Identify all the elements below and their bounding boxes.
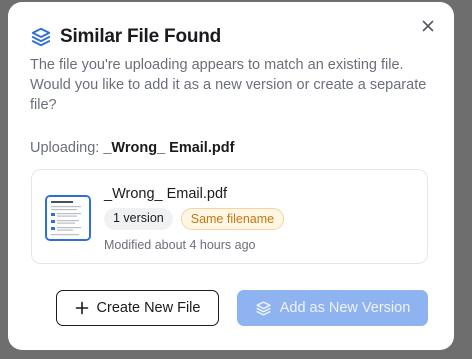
add-as-new-version-button[interactable]: Add as New Version — [237, 290, 428, 326]
modified-timestamp: Modified about 4 hours ago — [104, 238, 256, 252]
version-count-badge: 1 version — [104, 208, 173, 230]
layers-icon — [255, 300, 272, 317]
create-new-file-button[interactable]: Create New File — [56, 290, 219, 326]
uploading-label: Uploading: — [30, 140, 100, 156]
dialog-title: Similar File Found — [60, 26, 222, 47]
similar-file-dialog: Similar File Found The file you're uploa… — [8, 2, 454, 350]
dialog-description: The file you're uploading appears to mat… — [30, 57, 427, 113]
dialog-header: Similar File Found — [30, 26, 221, 48]
same-filename-badge: Same filename — [180, 208, 285, 230]
existing-file-card[interactable]: _Wrong_ Email.pdf 1 version Same filenam… — [31, 169, 428, 264]
uploading-line: Uploading: _Wrong_ Email.pdf — [30, 140, 234, 156]
uploading-filename: _Wrong_ Email.pdf — [103, 140, 235, 156]
existing-file-name: _Wrong_ Email.pdf — [104, 186, 228, 202]
file-badges: 1 version Same filename — [104, 208, 285, 230]
add-as-new-version-label: Add as New Version — [279, 300, 411, 316]
plus-icon — [75, 301, 89, 315]
create-new-file-label: Create New File — [96, 300, 201, 316]
document-thumbnail — [45, 195, 91, 241]
close-icon[interactable] — [420, 18, 436, 34]
layers-icon — [30, 26, 52, 48]
